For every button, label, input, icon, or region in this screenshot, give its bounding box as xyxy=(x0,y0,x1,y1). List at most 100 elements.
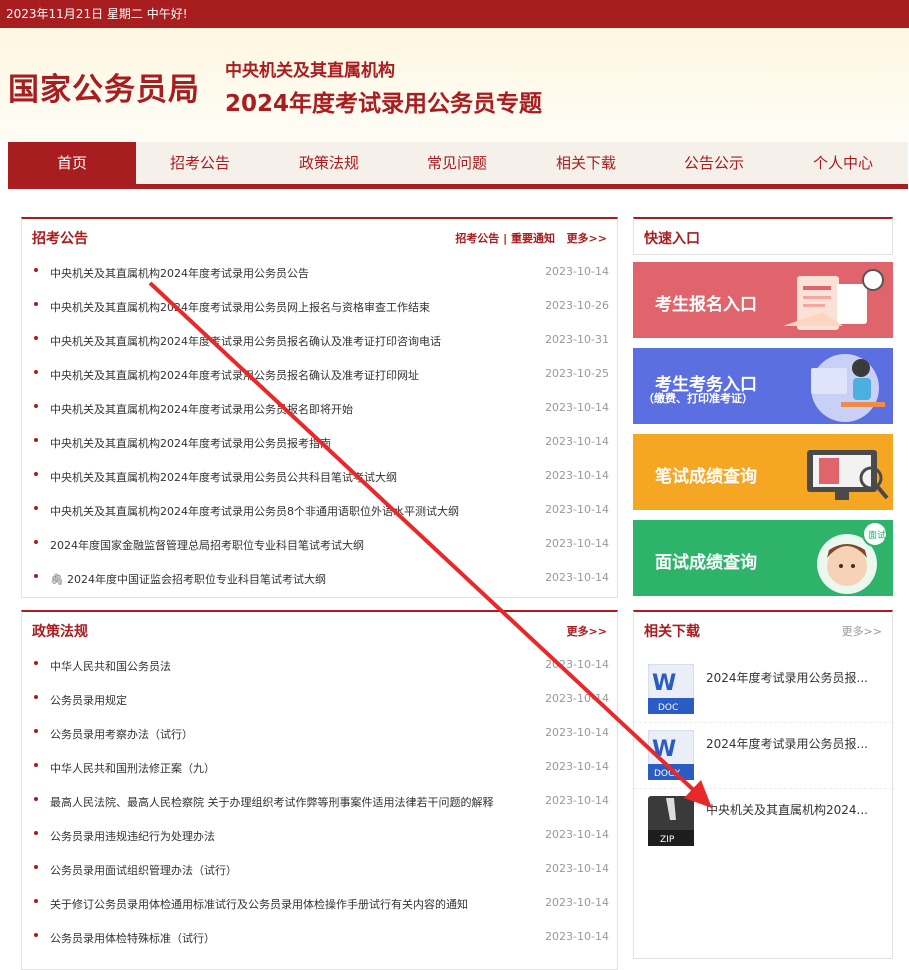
list-item-title[interactable]: 公务员录用规定 xyxy=(50,692,127,708)
nav-personal-center[interactable]: 个人中心 xyxy=(779,142,907,184)
list-item-text: 公务员录用面试组织管理办法（试行） xyxy=(50,864,237,877)
nav-faq[interactable]: 常见问题 xyxy=(393,142,521,184)
nav-policies[interactable]: 政策法规 xyxy=(265,142,393,184)
list-item[interactable]: 中央机关及其直属机构2024年度考试录用公务员公告 2023-10-14 xyxy=(22,255,617,289)
list-item[interactable]: 中华人民共和国公务员法 2023-10-14 xyxy=(22,648,617,682)
list-item-title[interactable]: 中央机关及其直属机构2024年度考试录用公务员网上报名与资格审查工作结束 xyxy=(50,299,430,315)
bullet-icon xyxy=(34,302,38,306)
policies-more-link[interactable]: 更多>> xyxy=(567,623,607,639)
bullet-icon xyxy=(34,540,38,544)
download-item[interactable]: W DOC 2024年度考试录用公务员报... xyxy=(634,656,892,723)
list-item-date: 2023-10-14 xyxy=(545,828,609,841)
list-item[interactable]: 公务员录用面试组织管理办法（试行） 2023-10-14 xyxy=(22,852,617,886)
nav-announcements[interactable]: 招考公告 xyxy=(136,142,264,184)
list-item-title[interactable]: 中央机关及其直属机构2024年度考试录用公务员8个非通用语职位外语水平测试大纲 xyxy=(50,503,459,519)
list-item-title[interactable]: 关于修订公务员录用体检通用标准试行及公务员录用体检操作手册试行有关内容的通知 xyxy=(50,896,468,912)
list-item-title[interactable]: 中央机关及其直属机构2024年度考试录用公务员公告 xyxy=(50,265,309,281)
list-item-text: 中华人民共和国刑法修正案（九） xyxy=(50,762,215,775)
list-item-date: 2023-10-14 xyxy=(545,930,609,943)
doc-file-icon: W DOC xyxy=(648,664,694,714)
list-item[interactable]: 中央机关及其直属机构2024年度考试录用公务员公共科目笔试考试大纲 2023-10… xyxy=(22,459,617,493)
list-item-title[interactable]: 公务员录用体检特殊标准（试行） xyxy=(50,930,215,946)
list-item-title[interactable]: 中央机关及其直属机构2024年度考试录用公务员公共科目笔试考试大纲 xyxy=(50,469,397,485)
download-item[interactable]: W DOCX 2024年度考试录用公务员报... xyxy=(634,722,892,789)
list-item-date: 2023-10-14 xyxy=(545,794,609,807)
download-title[interactable]: 中央机关及其直属机构2024... xyxy=(706,801,868,818)
list-item-text: 中华人民共和国公务员法 xyxy=(50,660,171,673)
list-item[interactable]: 中华人民共和国刑法修正案（九） 2023-10-14 xyxy=(22,750,617,784)
list-item-date: 2023-10-25 xyxy=(545,367,609,380)
svg-text:W: W xyxy=(652,737,676,762)
list-item-title[interactable]: 公务员录用违规违纪行为处理办法 xyxy=(50,828,215,844)
paperclip-icon: 🖇 xyxy=(50,573,64,586)
list-item-text: 公务员录用规定 xyxy=(50,694,127,707)
list-item-date: 2023-10-14 xyxy=(545,896,609,909)
list-item-title[interactable]: 2024年度国家金融监督管理总局招考职位专业科目笔试考试大纲 xyxy=(50,537,364,553)
list-item[interactable]: 中央机关及其直属机构2024年度考试录用公务员报名即将开始 2023-10-14 xyxy=(22,391,617,425)
list-item-date: 2023-10-14 xyxy=(545,571,609,584)
list-item-date: 2023-10-14 xyxy=(545,503,609,516)
list-item-title[interactable]: 中央机关及其直属机构2024年度考试录用公务员报名即将开始 xyxy=(50,401,353,417)
entry-exam-affairs[interactable]: 考生考务入口 （缴费、打印准考证） xyxy=(633,348,893,424)
list-item-title[interactable]: 最高人民法院、最高人民检察院 关于办理组织考试作弊等刑事案件适用法律若干问题的解… xyxy=(50,794,494,810)
download-title[interactable]: 2024年度考试录用公务员报... xyxy=(706,735,868,752)
list-item[interactable]: 最高人民法院、最高人民检察院 关于办理组织考试作弊等刑事案件适用法律若干问题的解… xyxy=(22,784,617,818)
download-item[interactable]: ZIP 中央机关及其直属机构2024... xyxy=(634,788,892,854)
list-item[interactable]: 公务员录用规定 2023-10-14 xyxy=(22,682,617,716)
list-item[interactable]: 中央机关及其直属机构2024年度考试录用公务员报名确认及准考证打印网址 2023-… xyxy=(22,357,617,391)
list-item-title[interactable]: 中央机关及其直属机构2024年度考试录用公务员报名确认及准考证打印网址 xyxy=(50,367,419,383)
list-item-date: 2023-10-31 xyxy=(545,333,609,346)
list-item[interactable]: 关于修订公务员录用体检通用标准试行及公务员录用体检操作手册试行有关内容的通知 20… xyxy=(22,886,617,920)
site-header: 国家公务员局 中央机关及其直属机构 2024年度考试录用公务员专题 xyxy=(0,28,909,142)
svg-text:ZIP: ZIP xyxy=(660,835,675,845)
list-item-text: 中央机关及其直属机构2024年度考试录用公务员报名确认及准考证打印咨询电话 xyxy=(50,335,441,348)
bullet-icon xyxy=(34,831,38,835)
list-item-date: 2023-10-14 xyxy=(545,435,609,448)
list-item[interactable]: 公务员录用体检特殊标准（试行） 2023-10-14 xyxy=(22,920,617,954)
downloads-more-link[interactable]: 更多>> xyxy=(842,623,882,639)
entry-written-score[interactable]: 笔试成绩查询 xyxy=(633,434,893,510)
list-item[interactable]: 中央机关及其直属机构2024年度考试录用公务员报考指南 2023-10-14 xyxy=(22,425,617,459)
nav-downloads[interactable]: 相关下载 xyxy=(522,142,650,184)
list-item-title[interactable]: 公务员录用面试组织管理办法（试行） xyxy=(50,862,237,878)
list-item-title[interactable]: 中央机关及其直属机构2024年度考试录用公务员报考指南 xyxy=(50,435,331,451)
announcements-more-link[interactable]: 更多>> xyxy=(567,230,607,246)
list-item-date: 2023-10-26 xyxy=(545,299,609,312)
bullet-icon xyxy=(34,268,38,272)
announcements-sublinks[interactable]: 招考公告 | 重要通知 xyxy=(455,230,555,246)
nav-notices[interactable]: 公告公示 xyxy=(650,142,778,184)
list-item-text: 公务员录用体检特殊标准（试行） xyxy=(50,932,215,945)
download-title[interactable]: 2024年度考试录用公务员报... xyxy=(706,669,868,686)
list-item-title[interactable]: 🖇 2024年度中国证监会招考职位专业科目笔试考试大纲 xyxy=(50,571,326,587)
downloads-title: 相关下载 xyxy=(644,624,700,640)
entry-registration[interactable]: 考生报名入口 xyxy=(633,262,893,338)
nav-home[interactable]: 首页 xyxy=(8,142,136,184)
list-item[interactable]: 2024年度国家金融监督管理总局招考职位专业科目笔试考试大纲 2023-10-14 xyxy=(22,527,617,561)
bullet-icon xyxy=(34,472,38,476)
list-item[interactable]: 中央机关及其直属机构2024年度考试录用公务员8个非通用语职位外语水平测试大纲 2… xyxy=(22,493,617,527)
quick-entry-panel: 快速入口 xyxy=(633,217,893,255)
entry-interview-score[interactable]: 面试 面试成绩查询 xyxy=(633,520,893,596)
list-item[interactable]: 中央机关及其直属机构2024年度考试录用公务员报名确认及准考证打印咨询电话 202… xyxy=(22,323,617,357)
list-item-text: 中央机关及其直属机构2024年度考试录用公务员报名确认及准考证打印网址 xyxy=(50,369,419,382)
top-date-bar: 2023年11月21日 星期二 中午好! xyxy=(0,0,909,28)
written-score-illustration-icon xyxy=(807,450,889,500)
header-subtitle: 中央机关及其直属机构 xyxy=(225,61,395,81)
bullet-icon xyxy=(34,933,38,937)
list-item-text: 中央机关及其直属机构2024年度考试录用公务员网上报名与资格审查工作结束 xyxy=(50,301,430,314)
list-item-date: 2023-10-14 xyxy=(545,692,609,705)
list-item-text: 最高人民法院、最高人民检察院 关于办理组织考试作弊等刑事案件适用法律若干问题的解… xyxy=(50,796,494,809)
site-logo[interactable]: 国家公务员局 xyxy=(8,64,200,109)
list-item-title[interactable]: 中华人民共和国刑法修正案（九） xyxy=(50,760,215,776)
list-item[interactable]: 中央机关及其直属机构2024年度考试录用公务员网上报名与资格审查工作结束 2023… xyxy=(22,289,617,323)
list-item[interactable]: 公务员录用违规违纪行为处理办法 2023-10-14 xyxy=(22,818,617,852)
list-item[interactable]: 公务员录用考察办法（试行） 2023-10-14 xyxy=(22,716,617,750)
list-item-title[interactable]: 公务员录用考察办法（试行） xyxy=(50,726,193,742)
list-item-title[interactable]: 中央机关及其直属机构2024年度考试录用公务员报名确认及准考证打印咨询电话 xyxy=(50,333,441,349)
bullet-icon xyxy=(34,336,38,340)
list-item-text: 中央机关及其直属机构2024年度考试录用公务员8个非通用语职位外语水平测试大纲 xyxy=(50,505,459,518)
list-item[interactable]: 🖇 2024年度中国证监会招考职位专业科目笔试考试大纲 2023-10-14 xyxy=(22,561,617,595)
list-item-date: 2023-10-14 xyxy=(545,469,609,482)
list-item-text: 公务员录用违规违纪行为处理办法 xyxy=(50,830,215,843)
list-item-title[interactable]: 中华人民共和国公务员法 xyxy=(50,658,171,674)
